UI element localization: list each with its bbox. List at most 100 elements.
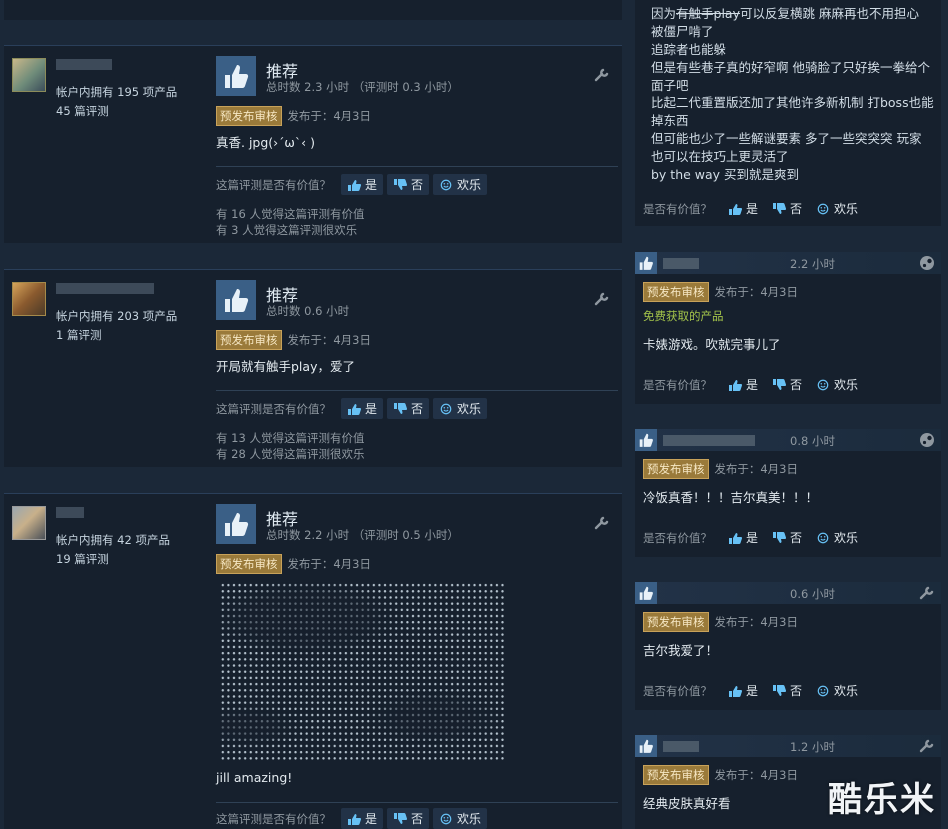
thumbs-up-icon — [729, 203, 742, 215]
prerelease-badge: 预发布审核 — [643, 459, 709, 479]
vote-no-button[interactable]: 否 — [387, 808, 430, 829]
thumbs-up-icon — [348, 813, 361, 825]
funny-count: 有 28 人觉得这篇评测很欢乐 — [216, 447, 365, 461]
review-text-line: 追踪者也能躲 — [651, 42, 727, 57]
helpful-count: 有 16 人觉得这篇评测有价值 — [216, 207, 365, 221]
prerelease-badge: 预发布审核 — [643, 282, 709, 302]
vote-no-button[interactable]: 否 — [768, 198, 806, 219]
badge-row: 预发布审核 发布于：4月3日 — [216, 554, 371, 574]
review-count[interactable]: 45 篇评测 — [56, 103, 109, 119]
vote-no-label: 否 — [411, 402, 424, 416]
vote-no-button[interactable]: 否 — [768, 527, 806, 548]
badge-row: 预发布审核 发布于：4月3日 — [643, 612, 798, 632]
badge-row: 预发布审核 发布于：4月3日 — [216, 106, 371, 126]
vote-row: 是否有价值？ 是 否 欢乐 — [643, 198, 868, 219]
vote-funny-button[interactable]: 欢乐 — [812, 198, 862, 219]
review-text-line: 比起二代重置版还加了其他许多新机制 打boss也能 — [651, 95, 934, 110]
avatar[interactable] — [12, 506, 46, 540]
author-name-redacted[interactable] — [663, 258, 699, 269]
funny-count: 有 3 人觉得这篇评测很欢乐 — [216, 223, 358, 237]
smiley-icon — [440, 813, 452, 824]
thumbs-down-icon — [773, 202, 787, 214]
badge-row: 预发布审核 发布于：4月3日 — [216, 330, 371, 350]
vote-yes-button[interactable]: 是 — [341, 174, 384, 195]
vote-yes-label: 是 — [365, 812, 378, 826]
author-name-redacted[interactable] — [663, 741, 699, 752]
vote-question: 是否有价值？ — [643, 201, 712, 216]
posted-date: 发布于：4月3日 — [287, 109, 371, 123]
vote-no-label: 否 — [790, 684, 803, 698]
compact-review-header[interactable]: 0.6 小时 — [635, 582, 941, 604]
vote-funny-label: 欢乐 — [834, 531, 859, 545]
review-count[interactable]: 19 篇评测 — [56, 551, 109, 567]
review-text-fragment: 可以反复横跳 麻麻再也不用担心 — [739, 6, 919, 21]
vote-yes-button[interactable]: 是 — [724, 527, 762, 548]
compact-review-header[interactable]: 1.2 小时 — [635, 735, 941, 757]
avatar[interactable] — [12, 58, 46, 92]
vote-no-label: 否 — [790, 531, 803, 545]
vote-yes-button[interactable]: 是 — [341, 398, 384, 419]
thumbs-down-icon — [773, 684, 787, 696]
vote-no-button[interactable]: 否 — [387, 174, 430, 195]
prerelease-badge: 预发布审核 — [643, 612, 709, 632]
vote-funny-button[interactable]: 欢乐 — [433, 174, 488, 195]
vote-funny-button[interactable]: 欢乐 — [433, 808, 488, 829]
review-count[interactable]: 1 篇评测 — [56, 327, 101, 343]
prerelease-badge: 预发布审核 — [216, 554, 282, 574]
divider — [216, 166, 618, 167]
thumbs-up-icon — [635, 429, 657, 451]
wrench-icon — [594, 292, 609, 306]
posted-date: 发布于：4月3日 — [714, 462, 798, 476]
vote-funny-button[interactable]: 欢乐 — [812, 527, 862, 548]
vote-funny-button[interactable]: 欢乐 — [812, 680, 862, 701]
thumbs-down-icon — [394, 402, 408, 414]
review-text-line: by the way 买到就是爽到 — [651, 167, 800, 182]
compact-review-header[interactable]: 0.8 小时 — [635, 429, 941, 451]
author-name-redacted[interactable] — [56, 507, 84, 518]
vote-yes-label: 是 — [365, 402, 378, 416]
compact-review-card: 0.8 小时 预发布审核 发布于：4月3日 冷饭真香！！！吉尔真美！！！ 是否有… — [635, 429, 941, 557]
smiley-icon — [440, 179, 452, 190]
review-text-line: 掉东西 — [651, 113, 689, 128]
smiley-icon — [817, 685, 829, 696]
vote-yes-label: 是 — [746, 531, 759, 545]
playtime: 总时数 2.2 小时 （评测时 0.5 小时） — [266, 528, 459, 542]
vote-funny-button[interactable]: 欢乐 — [812, 374, 862, 395]
vote-yes-button[interactable]: 是 — [341, 808, 384, 829]
vote-no-button[interactable]: 否 — [768, 374, 806, 395]
vote-question: 是否有价值？ — [643, 377, 712, 392]
posted-date: 发布于：4月3日 — [287, 333, 371, 347]
vote-funny-button[interactable]: 欢乐 — [433, 398, 488, 419]
vote-no-button[interactable]: 否 — [387, 398, 430, 419]
posted-date: 发布于：4月3日 — [714, 285, 798, 299]
author-name-redacted[interactable] — [56, 59, 112, 70]
vote-row: 是否有价值？ 是 否 欢乐 — [643, 374, 868, 395]
thumbs-up-icon — [635, 582, 657, 604]
reviews-column-left: 帐户内拥有 195 项产品 45 篇评测 推荐 总时数 2.3 小时 （评测时 … — [0, 0, 627, 829]
owned-products[interactable]: 帐户内拥有 195 项产品 — [56, 84, 177, 100]
divider — [216, 802, 618, 803]
owned-products[interactable]: 帐户内拥有 42 项产品 — [56, 532, 170, 548]
owned-products[interactable]: 帐户内拥有 203 项产品 — [56, 308, 177, 324]
vote-funny-label: 欢乐 — [834, 202, 859, 216]
vote-yes-button[interactable]: 是 — [724, 374, 762, 395]
free-product-label: 免费获取的产品 — [643, 309, 724, 323]
prerelease-badge: 预发布审核 — [216, 106, 282, 126]
vote-no-button[interactable]: 否 — [768, 680, 806, 701]
thumbs-up-icon — [216, 504, 256, 544]
vote-funny-label: 欢乐 — [834, 684, 859, 698]
thumbs-up-icon — [635, 735, 657, 757]
vote-yes-button[interactable]: 是 — [724, 680, 762, 701]
vote-question: 是否有价值？ — [643, 683, 712, 698]
author-name-redacted[interactable] — [663, 435, 755, 446]
vote-yes-button[interactable]: 是 — [724, 198, 762, 219]
vote-no-label: 否 — [411, 812, 424, 826]
review-text: 经典皮肤真好看 — [643, 796, 731, 811]
compact-review-header[interactable]: 2.2 小时 — [635, 252, 941, 274]
thumbs-up-icon — [729, 379, 742, 391]
author-name-redacted[interactable] — [56, 283, 154, 294]
review-card: 帐户内拥有 195 项产品 45 篇评测 推荐 总时数 2.3 小时 （评测时 … — [4, 45, 622, 243]
badge-row: 预发布审核 发布于：4月3日 — [643, 282, 798, 302]
playtime: 2.2 小时 — [790, 257, 835, 271]
avatar[interactable] — [12, 282, 46, 316]
